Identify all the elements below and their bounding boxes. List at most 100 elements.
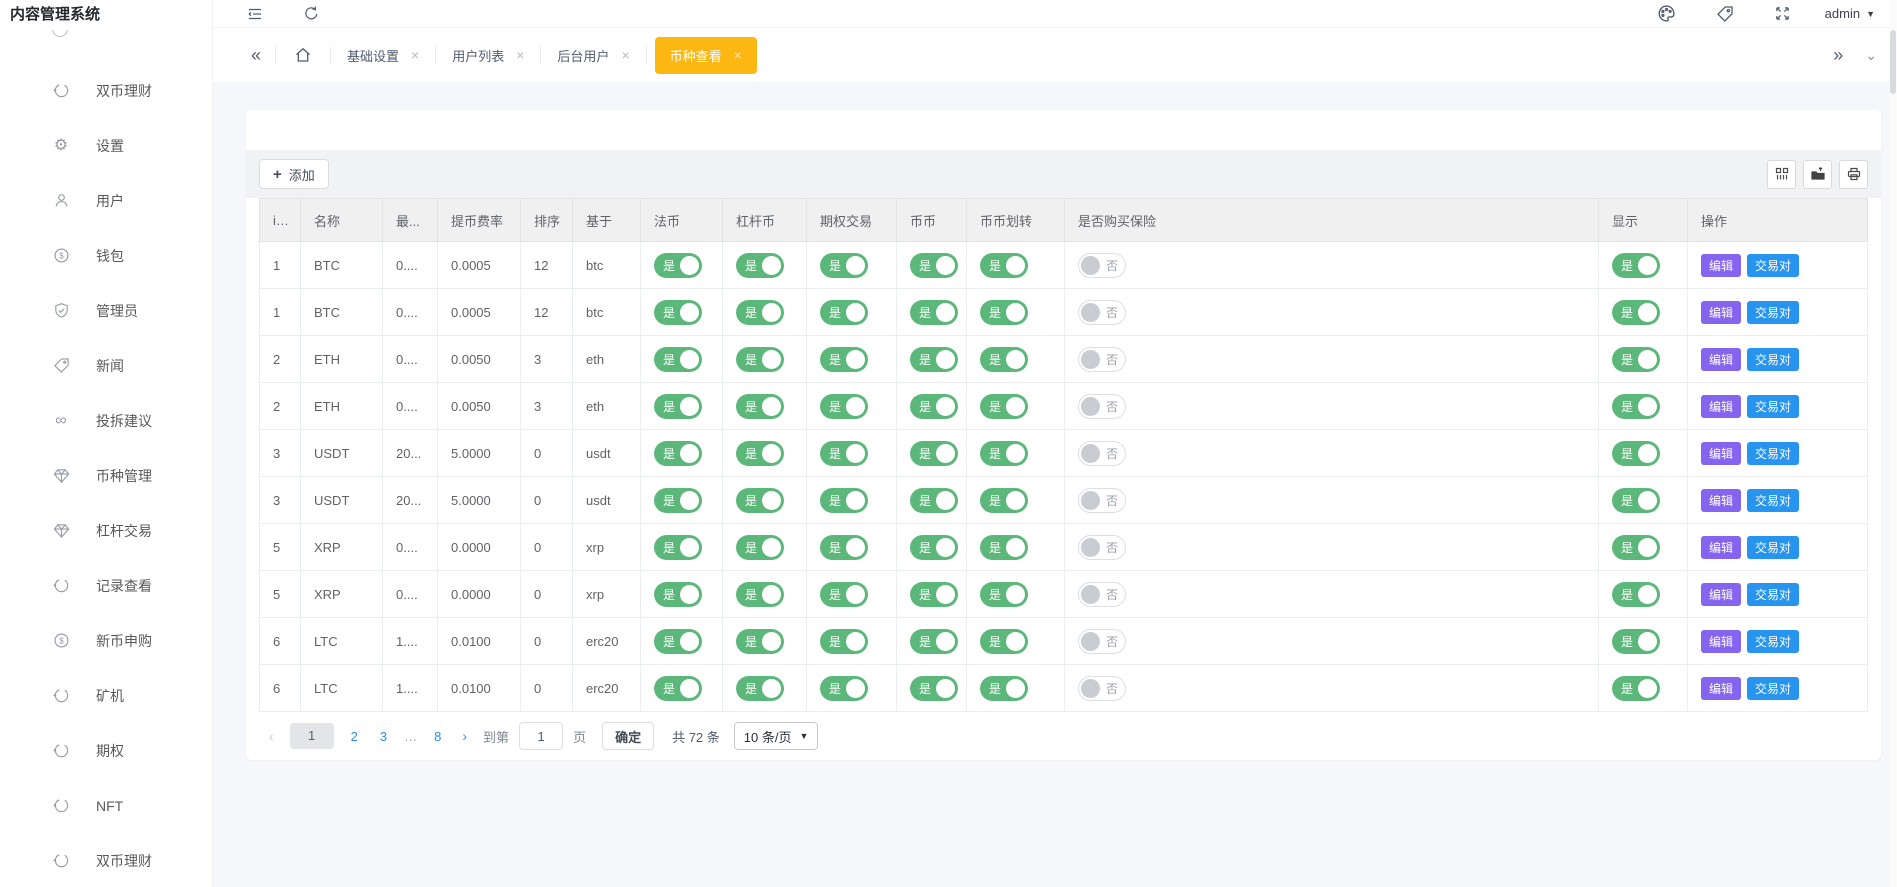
- edit-button[interactable]: 编辑: [1701, 489, 1741, 512]
- transfer-toggle[interactable]: 是: [980, 535, 1028, 560]
- transfer-toggle[interactable]: 是: [980, 347, 1028, 372]
- palette-icon[interactable]: [1657, 4, 1677, 24]
- pair-button[interactable]: 交易对: [1747, 630, 1799, 653]
- show-toggle[interactable]: 是: [1612, 629, 1660, 654]
- refresh-icon[interactable]: [301, 4, 321, 24]
- coin-toggle[interactable]: 是: [910, 253, 958, 278]
- close-icon[interactable]: ×: [621, 47, 629, 63]
- prev-page-icon[interactable]: ‹: [259, 728, 284, 744]
- edit-button[interactable]: 编辑: [1701, 630, 1741, 653]
- insurance-toggle[interactable]: 否: [1078, 253, 1126, 278]
- sidebar-item-8[interactable]: 杠杆交易: [0, 503, 212, 558]
- lever-toggle[interactable]: 是: [736, 488, 784, 513]
- coin-toggle[interactable]: 是: [910, 582, 958, 607]
- sidebar-item-7[interactable]: 币种管理: [0, 448, 212, 503]
- show-toggle[interactable]: 是: [1612, 488, 1660, 513]
- tab-2[interactable]: 后台用户×: [541, 28, 645, 82]
- lever-toggle[interactable]: 是: [736, 441, 784, 466]
- show-toggle[interactable]: 是: [1612, 441, 1660, 466]
- sidebar-item-6[interactable]: ∞投拆建议: [0, 393, 212, 448]
- edit-button[interactable]: 编辑: [1701, 536, 1741, 559]
- column-header-id[interactable]: id: [260, 199, 301, 242]
- pair-button[interactable]: 交易对: [1747, 301, 1799, 324]
- transfer-toggle[interactable]: 是: [980, 582, 1028, 607]
- confirm-button[interactable]: 确定: [602, 722, 654, 750]
- pair-button[interactable]: 交易对: [1747, 489, 1799, 512]
- lever-toggle[interactable]: 是: [736, 253, 784, 278]
- transfer-toggle[interactable]: 是: [980, 300, 1028, 325]
- sidebar-item-9[interactable]: 记录查看: [0, 558, 212, 613]
- tab-0[interactable]: 基础设置×: [331, 28, 435, 82]
- edit-button[interactable]: 编辑: [1701, 583, 1741, 606]
- edit-button[interactable]: 编辑: [1701, 395, 1741, 418]
- show-toggle[interactable]: 是: [1612, 253, 1660, 278]
- user-menu[interactable]: admin ▼: [1825, 6, 1875, 21]
- insurance-toggle[interactable]: 否: [1078, 535, 1126, 560]
- insurance-toggle[interactable]: 否: [1078, 394, 1126, 419]
- home-tab-icon[interactable]: [276, 46, 330, 64]
- option-toggle[interactable]: 是: [820, 535, 868, 560]
- fiat-toggle[interactable]: 是: [654, 629, 702, 654]
- fiat-toggle[interactable]: 是: [654, 394, 702, 419]
- sidebar-item-0[interactable]: 双币理财: [0, 63, 212, 118]
- next-page-icon[interactable]: ›: [452, 728, 477, 744]
- transfer-toggle[interactable]: 是: [980, 488, 1028, 513]
- transfer-toggle[interactable]: 是: [980, 253, 1028, 278]
- fiat-toggle[interactable]: 是: [654, 676, 702, 701]
- pair-button[interactable]: 交易对: [1747, 583, 1799, 606]
- page-1[interactable]: 1: [290, 723, 334, 749]
- transfer-toggle[interactable]: 是: [980, 441, 1028, 466]
- option-toggle[interactable]: 是: [820, 441, 868, 466]
- add-button[interactable]: + 添加: [259, 159, 329, 189]
- coin-toggle[interactable]: 是: [910, 347, 958, 372]
- coin-toggle[interactable]: 是: [910, 488, 958, 513]
- option-toggle[interactable]: 是: [820, 488, 868, 513]
- insurance-toggle[interactable]: 否: [1078, 300, 1126, 325]
- sidebar-item-4[interactable]: 管理员: [0, 283, 212, 338]
- tab-1[interactable]: 用户列表×: [436, 28, 540, 82]
- pair-button[interactable]: 交易对: [1747, 395, 1799, 418]
- tabs-menu-icon[interactable]: ⌄: [1855, 47, 1887, 64]
- show-toggle[interactable]: 是: [1612, 300, 1660, 325]
- coin-toggle[interactable]: 是: [910, 676, 958, 701]
- sidebar-item-3[interactable]: $钱包: [0, 228, 212, 283]
- pair-button[interactable]: 交易对: [1747, 677, 1799, 700]
- pair-button[interactable]: 交易对: [1747, 442, 1799, 465]
- insurance-toggle[interactable]: 否: [1078, 441, 1126, 466]
- window-scrollbar[interactable]: [1889, 0, 1897, 887]
- insurance-toggle[interactable]: 否: [1078, 488, 1126, 513]
- fiat-toggle[interactable]: 是: [654, 347, 702, 372]
- fiat-toggle[interactable]: 是: [654, 253, 702, 278]
- coin-toggle[interactable]: 是: [910, 535, 958, 560]
- page-2[interactable]: 2: [340, 729, 369, 744]
- transfer-toggle[interactable]: 是: [980, 394, 1028, 419]
- fiat-toggle[interactable]: 是: [654, 441, 702, 466]
- fullscreen-icon[interactable]: [1773, 4, 1793, 24]
- tabs-scroll-left-icon[interactable]: «: [237, 45, 275, 66]
- edit-button[interactable]: 编辑: [1701, 254, 1741, 277]
- pair-button[interactable]: 交易对: [1747, 536, 1799, 559]
- sidebar-item-12[interactable]: 期权: [0, 723, 212, 778]
- option-toggle[interactable]: 是: [820, 629, 868, 654]
- insurance-toggle[interactable]: 否: [1078, 629, 1126, 654]
- show-toggle[interactable]: 是: [1612, 347, 1660, 372]
- fiat-toggle[interactable]: 是: [654, 582, 702, 607]
- option-toggle[interactable]: 是: [820, 582, 868, 607]
- pair-button[interactable]: 交易对: [1747, 348, 1799, 371]
- show-toggle[interactable]: 是: [1612, 535, 1660, 560]
- option-toggle[interactable]: 是: [820, 347, 868, 372]
- page-8[interactable]: 8: [423, 729, 452, 744]
- fiat-toggle[interactable]: 是: [654, 300, 702, 325]
- sidebar-item-14[interactable]: 双币理财: [0, 833, 212, 887]
- edit-button[interactable]: 编辑: [1701, 301, 1741, 324]
- option-toggle[interactable]: 是: [820, 676, 868, 701]
- scrollbar-thumb[interactable]: [1890, 30, 1896, 94]
- pair-button[interactable]: 交易对: [1747, 254, 1799, 277]
- lever-toggle[interactable]: 是: [736, 394, 784, 419]
- lever-toggle[interactable]: 是: [736, 300, 784, 325]
- edit-button[interactable]: 编辑: [1701, 348, 1741, 371]
- fiat-toggle[interactable]: 是: [654, 535, 702, 560]
- edit-button[interactable]: 编辑: [1701, 677, 1741, 700]
- sidebar-item-13[interactable]: NFT: [0, 778, 212, 833]
- insurance-toggle[interactable]: 否: [1078, 676, 1126, 701]
